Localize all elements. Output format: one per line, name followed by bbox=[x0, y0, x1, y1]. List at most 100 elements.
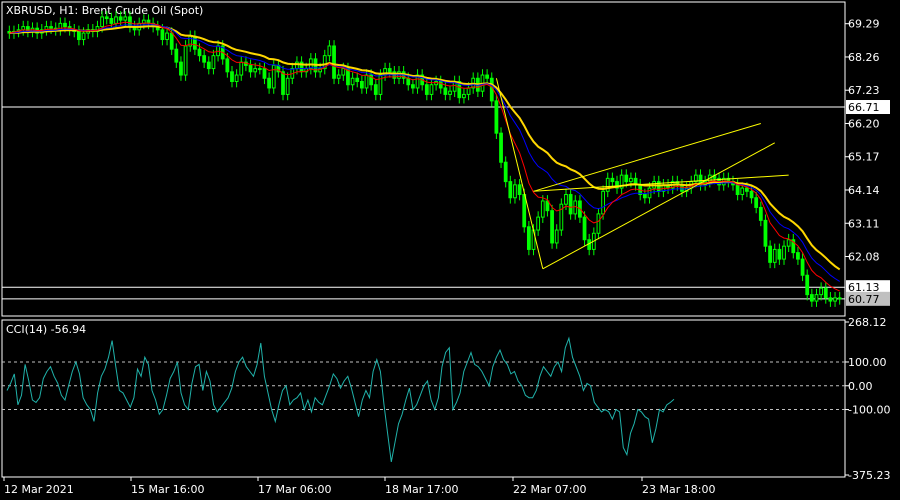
candle-body bbox=[179, 61, 183, 76]
candle-body bbox=[373, 84, 378, 95]
candle-body bbox=[100, 16, 104, 28]
candles bbox=[7, 11, 842, 307]
candle-body bbox=[782, 245, 786, 260]
candle-body bbox=[526, 226, 531, 250]
candle-body bbox=[77, 30, 81, 41]
candle-body bbox=[596, 213, 601, 234]
candle-body bbox=[772, 248, 777, 263]
cci-tick-label: 0.00 bbox=[848, 380, 873, 393]
candle-body bbox=[359, 81, 364, 89]
candle-body bbox=[239, 61, 244, 76]
candle-body bbox=[601, 190, 605, 215]
price-tick-label: 65.17 bbox=[848, 151, 880, 164]
candle-body bbox=[206, 61, 211, 70]
price-tick-label: 69.29 bbox=[848, 18, 880, 31]
candle-body bbox=[485, 74, 490, 79]
cci-indicator-panel[interactable]: CCI(14) -56.94 268.12 100.00 0.00 -100.00 -3… bbox=[1, 316, 890, 482]
trendline bbox=[542, 142, 775, 270]
candle-body bbox=[758, 206, 763, 221]
price-tags: 66.7161.1360.77 bbox=[846, 100, 890, 306]
cci-tick-label: 100.00 bbox=[848, 356, 887, 369]
price-axis: 69.29 68.26 67.23 66.20 65.17 64.14 63.11 62.08 bbox=[845, 18, 880, 264]
candle-body bbox=[281, 71, 285, 95]
candle-body bbox=[564, 194, 568, 205]
time-axis: 12 Mar 2021 15 Mar 16:00 17 Mar 06:00 18 Ma… bbox=[3, 477, 715, 496]
candle-body bbox=[749, 190, 754, 199]
candle-body bbox=[814, 294, 819, 302]
candle-body bbox=[429, 84, 434, 95]
candle-body bbox=[378, 74, 383, 95]
candle-body bbox=[499, 132, 503, 163]
candle-body bbox=[777, 248, 782, 260]
candle-body bbox=[466, 87, 471, 95]
candle-body bbox=[169, 32, 174, 50]
price-tick-label: 62.08 bbox=[848, 251, 880, 264]
candle-body bbox=[809, 294, 814, 302]
price-tick-label: 68.26 bbox=[848, 51, 880, 64]
candle-body bbox=[234, 74, 239, 82]
candle-body bbox=[211, 55, 216, 70]
candle-body bbox=[114, 16, 118, 24]
candle-body bbox=[823, 287, 828, 299]
price-tick-label: 67.23 bbox=[848, 84, 880, 97]
ma-mid-line bbox=[9, 24, 840, 282]
price-tag-label: 66.71 bbox=[848, 101, 880, 114]
candle-body bbox=[754, 197, 759, 208]
price-tick-label: 63.11 bbox=[848, 217, 880, 230]
candle-body bbox=[253, 68, 258, 73]
candle-body bbox=[350, 77, 355, 86]
time-tick-label: 22 Mar 07:00 bbox=[513, 483, 586, 496]
candle-body bbox=[605, 177, 610, 192]
price-tag-label: 60.77 bbox=[848, 293, 880, 306]
candle-body bbox=[805, 274, 810, 296]
candle-body bbox=[197, 48, 202, 57]
candle-body bbox=[104, 16, 109, 20]
candle-body bbox=[540, 200, 545, 218]
candle-body bbox=[517, 184, 522, 196]
candle-body bbox=[341, 68, 346, 76]
candle-body bbox=[740, 187, 745, 196]
candle-body bbox=[262, 68, 267, 79]
candle-body bbox=[735, 184, 740, 196]
candle-body bbox=[63, 22, 67, 28]
candle-body bbox=[225, 58, 230, 73]
candle-body bbox=[160, 29, 165, 41]
candle-body bbox=[800, 258, 805, 276]
price-chart-frame bbox=[1, 1, 846, 317]
trading-terminal: XBRUSD, H1: Brent Crude Oil (Spot) 69.29… bbox=[0, 0, 900, 500]
candle-body bbox=[230, 71, 234, 82]
candle-body bbox=[443, 87, 448, 95]
candle-body bbox=[183, 45, 188, 76]
candle-body bbox=[267, 77, 271, 89]
candle-body bbox=[545, 200, 550, 212]
candle-body bbox=[424, 84, 429, 95]
candle-body bbox=[489, 77, 494, 102]
candle-body bbox=[582, 216, 587, 241]
candle-body bbox=[295, 61, 299, 70]
candle-body bbox=[406, 77, 411, 86]
candle-body bbox=[568, 194, 573, 215]
candle-body bbox=[25, 26, 30, 32]
candle-body bbox=[81, 32, 86, 41]
candle-body bbox=[118, 16, 123, 21]
candle-body bbox=[786, 239, 791, 247]
candle-body bbox=[642, 194, 647, 199]
price-tick-label: 66.20 bbox=[848, 117, 880, 130]
price-chart-panel[interactable]: XBRUSD, H1: Brent Crude Oil (Spot) 69.29… bbox=[1, 1, 890, 317]
cci-line-group bbox=[6, 336, 675, 462]
candle-body bbox=[438, 81, 443, 89]
ma-fast-line bbox=[9, 21, 840, 292]
candle-body bbox=[355, 77, 360, 83]
candle-body bbox=[271, 64, 276, 89]
candle-body bbox=[828, 297, 833, 302]
cci-panel-frame bbox=[1, 319, 846, 478]
candle-body bbox=[629, 177, 633, 183]
candle-body bbox=[796, 252, 800, 260]
cci-tick-label: -100.00 bbox=[848, 404, 890, 417]
time-tick-label: 12 Mar 2021 bbox=[4, 483, 74, 496]
candle-body bbox=[192, 35, 197, 50]
candle-body bbox=[165, 32, 169, 41]
candle-body bbox=[508, 181, 513, 199]
candle-body bbox=[174, 48, 179, 63]
candle-body bbox=[837, 297, 842, 300]
